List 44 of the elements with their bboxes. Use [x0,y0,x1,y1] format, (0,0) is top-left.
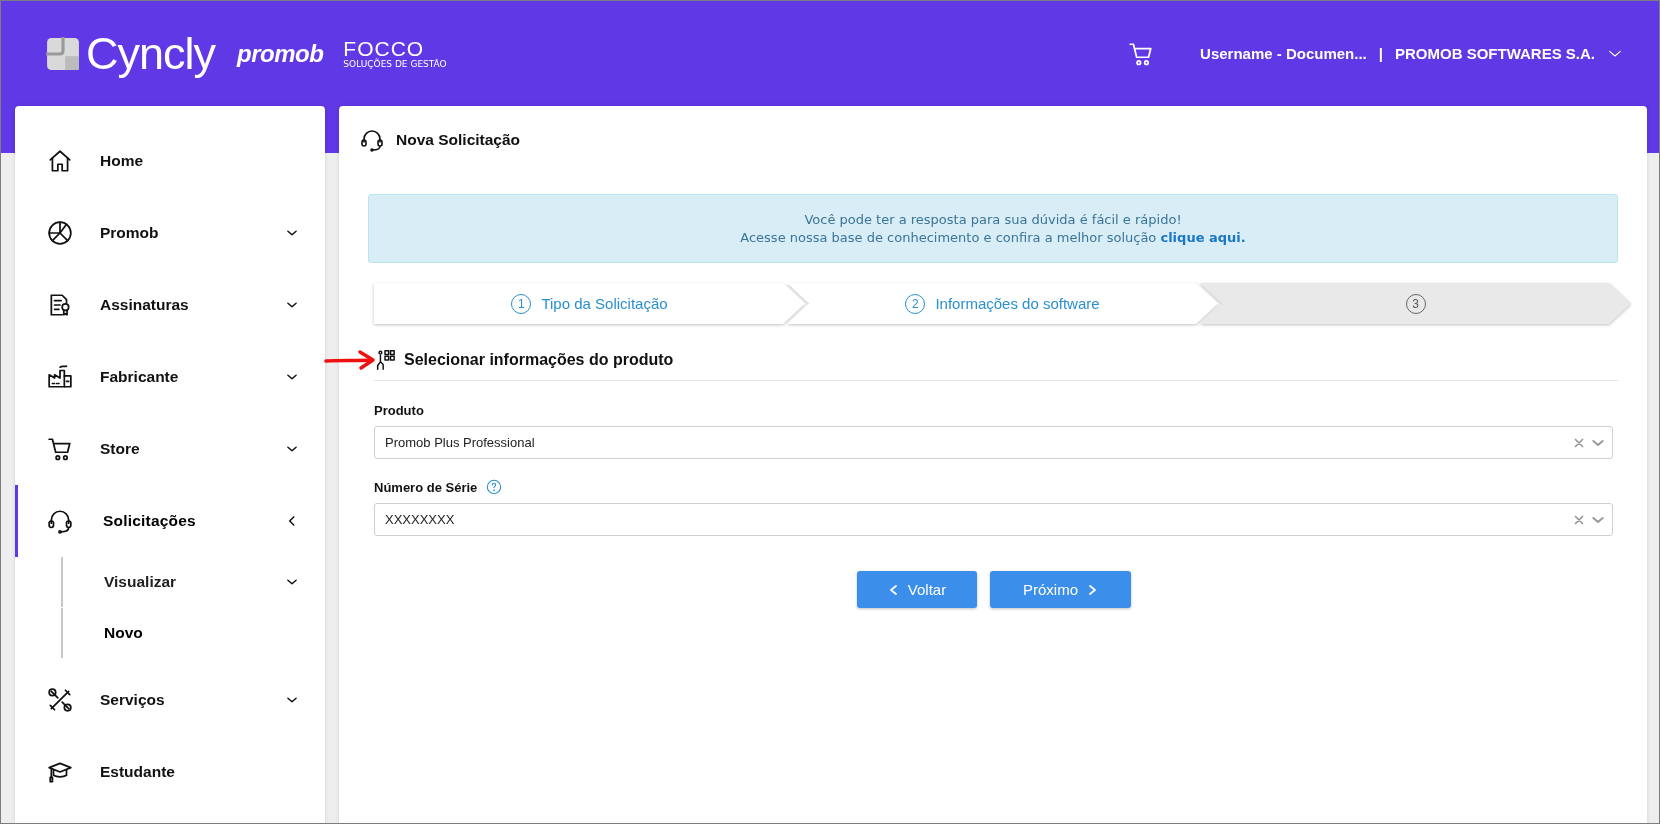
sidebar-item[interactable]: Promob [15,197,325,269]
sidebar-item[interactable]: Estudante [15,736,325,808]
logo-mark-icon [46,36,80,71]
clear-icon[interactable] [1573,513,1585,526]
product-select-icon [374,348,396,372]
brand-tagline: SOLUÇÕES DE GESTÃO [343,58,447,70]
chevron-left-icon [887,583,898,596]
factory-icon [47,364,73,390]
sidebar-item[interactable]: Solicitações [15,485,325,557]
info-text: Acesse nossa base de conhecimento e confira a melhor solução clique aqui. [740,230,1246,245]
select-field[interactable]: XXXXXXXX [374,503,1613,536]
company-name[interactable]: PROMOB SOFTWARES S.A. [1395,45,1595,62]
submenu-item[interactable]: Novo [61,608,325,658]
step-label: Informações do software [935,295,1100,312]
brand-name: promob [237,39,324,68]
cart-icon[interactable] [1128,40,1155,67]
tools-icon [47,687,73,713]
home-icon [47,148,73,174]
cart-icon [47,436,73,462]
sidebar-item[interactable]: Fabricante [15,341,325,413]
annotation-arrow [324,349,376,371]
select-field[interactable]: Promob Plus Professional [374,426,1613,459]
headset-icon [360,127,384,153]
sidebar-item[interactable]: Assinaturas [15,269,325,341]
brand-name: FOCCO [343,37,425,59]
help-icon[interactable] [486,479,503,495]
field-label: Número de Série [374,479,478,495]
submenu-item[interactable]: Visualizar [61,557,325,607]
page-title: Nova Solicitação [396,131,521,149]
chevron-right-icon [1088,583,1098,596]
knowledge-base-link[interactable]: clique aqui. [1160,230,1246,245]
brand-name: Cyncly [86,31,216,76]
step-label: Tipo da Solicitação [541,295,668,312]
separator-text: | [1378,45,1383,62]
clear-icon[interactable] [1573,436,1585,449]
user-name[interactable]: Username - Documen... [1200,45,1367,62]
sidebar-item[interactable]: Serviços [15,664,325,736]
info-text: Você pode ter a resposta para sua dúvida é fácil e rápido! [804,212,1182,227]
sidebar-item[interactable]: Home [15,125,325,197]
sidebar-item[interactable]: Store [15,413,325,485]
section-title: Selecionar informações do produto [404,351,674,369]
headset-icon [47,508,73,534]
pie-chart-icon [47,220,73,246]
field-label: Produto [374,403,424,418]
